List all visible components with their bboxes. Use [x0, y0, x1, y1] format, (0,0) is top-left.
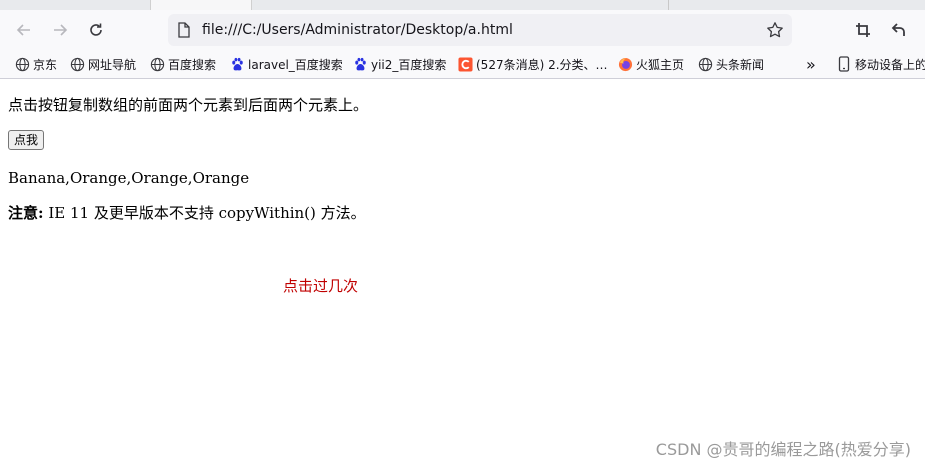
- bookmark-url-nav[interactable]: 网址导航: [69, 55, 136, 73]
- page-icon: [178, 22, 190, 38]
- bookmark-headline-news[interactable]: 头条新闻: [697, 55, 764, 73]
- globe-icon: [14, 56, 30, 72]
- mobile-device-icon: [836, 56, 852, 72]
- bookmark-laravel-search[interactable]: laravel_百度搜索: [229, 55, 343, 73]
- back-arrow-icon: [16, 24, 30, 36]
- note-label: 注意:: [8, 204, 44, 222]
- bookmark-baidu-search[interactable]: 百度搜索: [149, 55, 216, 73]
- active-tab[interactable]: [150, 0, 252, 10]
- csdn-watermark: CSDN @贵哥的编程之路(热爱分享): [655, 440, 911, 459]
- navigation-toolbar: file:///C:/Users/Administrator/Desktop/a…: [0, 10, 925, 50]
- crop-icon: [856, 23, 870, 37]
- baidu-paw-icon: [229, 56, 245, 72]
- url-text[interactable]: file:///C:/Users/Administrator/Desktop/a…: [202, 22, 513, 38]
- forward-button[interactable]: [47, 17, 73, 43]
- chevron-double-right-icon: »: [806, 54, 816, 74]
- firefox-icon: [617, 56, 633, 72]
- reload-button[interactable]: [83, 17, 109, 43]
- compatibility-note: 注意: IE 11 及更早版本不支持 copyWithin() 方法。: [8, 202, 366, 223]
- forward-arrow-icon: [54, 24, 68, 36]
- globe-icon: [149, 56, 165, 72]
- array-result: Banana,Orange,Orange,Orange: [8, 169, 250, 187]
- bookmark-star-icon[interactable]: [766, 21, 784, 39]
- globe-icon: [697, 56, 713, 72]
- intro-text: 点击按钮复制数组的前面两个元素到后面两个元素上。: [8, 96, 369, 114]
- bookmark-firefox-home[interactable]: 火狐主页: [617, 55, 684, 73]
- globe-icon: [69, 56, 85, 72]
- undo-icon: [891, 23, 905, 36]
- undo-button[interactable]: [886, 17, 912, 43]
- reload-icon: [90, 23, 102, 36]
- bookmarks-overflow-button[interactable]: »: [806, 54, 816, 74]
- bookmark-yii2-search[interactable]: yii2_百度搜索: [352, 55, 446, 73]
- click-me-button[interactable]: 点我: [8, 130, 45, 150]
- bookmarks-bar: 京东 网址导航 百度搜索 laravel_百度搜索 yii2_百度搜索 (527…: [0, 50, 925, 79]
- bookmark-jd[interactable]: 京东: [14, 55, 57, 73]
- bookmark-csdn[interactable]: (527条消息) 2.分类、…: [457, 55, 608, 73]
- csdn-icon: [457, 56, 473, 72]
- click-counter: 点击过几次: [283, 277, 359, 295]
- tab-separator: [668, 0, 669, 10]
- mobile-bookmarks-folder[interactable]: 移动设备上的书签: [836, 55, 925, 73]
- screenshot-button[interactable]: [850, 17, 876, 43]
- tab-strip: [0, 0, 925, 10]
- note-text: IE 11 及更早版本不支持 copyWithin() 方法。: [43, 204, 366, 222]
- address-bar[interactable]: file:///C:/Users/Administrator/Desktop/a…: [168, 14, 792, 46]
- back-button[interactable]: [11, 17, 37, 43]
- baidu-paw-icon: [352, 56, 368, 72]
